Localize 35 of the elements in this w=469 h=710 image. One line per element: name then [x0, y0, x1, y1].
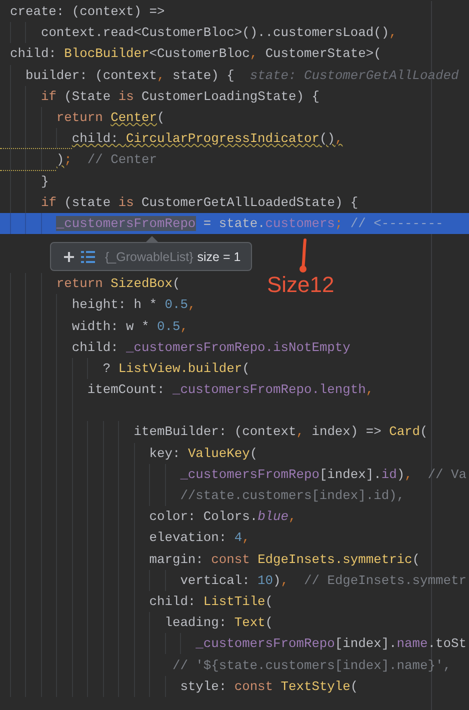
code-line: } [40, 174, 49, 189]
code-line: elevation: 4, [148, 530, 250, 546]
code-line: context.read<CustomerBloc>()..customersLoad(), [40, 25, 397, 40]
code-line: _customersFromRepo[index].id), // Va [179, 466, 466, 482]
code-line: builder: (context, state) { state: CustomerGetAllLoaded [24, 68, 459, 83]
code-line: height: h * 0.5, [70, 297, 196, 312]
code-line: _customersFromRepo[index].name.toSt [194, 636, 466, 652]
code-line: child: _customersFromRepo.isNotEmpty [70, 340, 350, 355]
code-line: create: (context) => [10, 4, 165, 20]
code-line: child: ListTile( [148, 594, 274, 609]
code-line: color: Colors.blue, [148, 509, 296, 524]
code-line: //state.customers[index].id), [179, 488, 405, 504]
code-line: child: CircularProgressIndicator(), [70, 131, 343, 146]
code-line: if (state is CustomerGetAllLoadedState) { [40, 194, 358, 210]
code-line: itemBuilder: (context, index) => Card( [132, 424, 428, 440]
type-label: {_GrowableList} [105, 250, 194, 264]
code-line: if (State is CustomerLoadingState) { [40, 88, 320, 104]
code-line: _customersFromRepo = state.customers; // <-------- [55, 216, 444, 231]
code-line: key: ValueKey( [148, 446, 258, 461]
code-line: ? ListView.builder( [102, 360, 250, 376]
plus-icon[interactable] [63, 250, 75, 263]
code-line: width: w * 0.5, [70, 318, 188, 334]
code-line: return SizedBox( [55, 276, 180, 292]
code-line: ); // Center [55, 152, 158, 168]
code-line: margin: const EdgeInsets.symmetric( [148, 552, 420, 567]
code-line: child: BlocBuilder<CustomerBloc, CustomerState>( [10, 46, 382, 62]
code-line: style: const TextStyle( [179, 678, 358, 694]
annotation-text: Size12 [267, 274, 334, 296]
code-line: vertical: 10), // EdgeInsets.symmetr [179, 572, 466, 588]
value-label: size = 1 [197, 250, 241, 264]
code-line: itemCount: _customersFromRepo.length, [86, 382, 374, 398]
code-line: leading: Text( [164, 615, 274, 630]
code-line: // '${state.customers[index].name}', [171, 658, 451, 673]
list-icon[interactable] [81, 250, 95, 264]
code-line: return Center( [55, 110, 165, 126]
